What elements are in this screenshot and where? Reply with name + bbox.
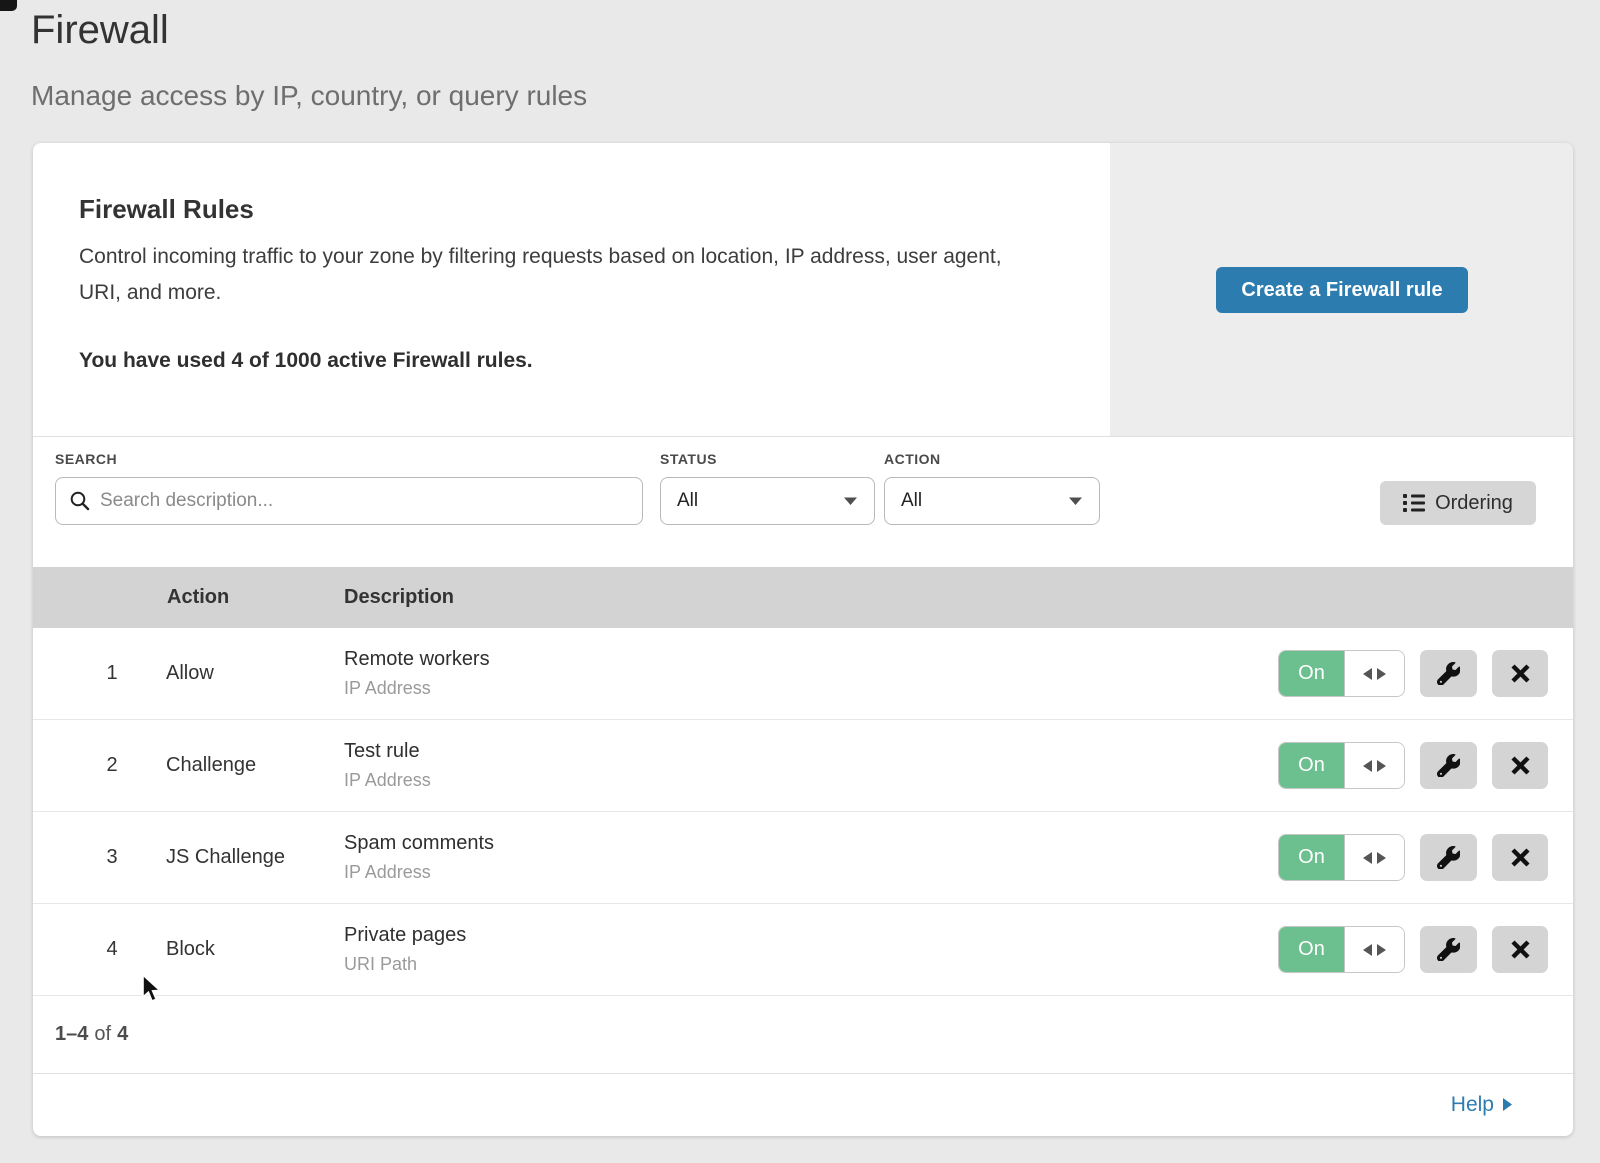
ordering-button[interactable]: Ordering bbox=[1380, 481, 1536, 525]
toggle-on-label: On bbox=[1279, 651, 1344, 696]
close-icon bbox=[1511, 664, 1530, 683]
delete-rule-button[interactable] bbox=[1492, 834, 1548, 881]
left-right-arrows-icon bbox=[1344, 743, 1404, 788]
rule-number: 1 bbox=[89, 662, 135, 685]
ordered-list-icon bbox=[1403, 493, 1425, 513]
card-header: Firewall Rules Control incoming traffic … bbox=[33, 143, 1573, 437]
rule-description: Private pages bbox=[344, 924, 1278, 947]
action-select[interactable]: All bbox=[884, 477, 1100, 525]
table-row: 3 JS Challenge Spam comments IP Address … bbox=[33, 812, 1573, 904]
edit-rule-button[interactable] bbox=[1420, 834, 1477, 881]
toggle-on-label: On bbox=[1279, 927, 1344, 972]
wrench-icon bbox=[1437, 938, 1460, 961]
toggle-on-label: On bbox=[1279, 835, 1344, 880]
create-firewall-rule-button[interactable]: Create a Firewall rule bbox=[1216, 267, 1468, 313]
page-subtitle: Manage access by IP, country, or query r… bbox=[31, 80, 587, 112]
help-link-label: Help bbox=[1451, 1093, 1494, 1117]
card-title: Firewall Rules bbox=[79, 194, 254, 225]
rule-description-cell: Remote workers IP Address bbox=[344, 648, 1278, 699]
table-row: 1 Allow Remote workers IP Address On bbox=[33, 628, 1573, 720]
close-icon bbox=[1511, 940, 1530, 959]
rule-description: Spam comments bbox=[344, 832, 1278, 855]
edit-rule-button[interactable] bbox=[1420, 650, 1477, 697]
delete-rule-button[interactable] bbox=[1492, 742, 1548, 789]
pagination-of: of bbox=[94, 1023, 111, 1046]
column-header-action: Action bbox=[167, 586, 344, 609]
rule-number: 4 bbox=[89, 938, 135, 961]
search-label: SEARCH bbox=[55, 451, 117, 467]
rule-description-cell: Spam comments IP Address bbox=[344, 832, 1278, 883]
usage-text: You have used 4 of 1000 active Firewall … bbox=[79, 349, 533, 373]
status-select-value: All bbox=[677, 490, 698, 512]
chevron-down-icon bbox=[1068, 496, 1083, 506]
chevron-down-icon bbox=[843, 496, 858, 506]
filters-bar: SEARCH STATUS All ACTION All bbox=[33, 437, 1573, 567]
rule-field-type: IP Address bbox=[344, 770, 1278, 791]
rule-enabled-toggle[interactable]: On bbox=[1278, 650, 1405, 697]
rule-number: 3 bbox=[89, 846, 135, 869]
search-icon bbox=[69, 490, 91, 512]
wrench-icon bbox=[1437, 754, 1460, 777]
column-header-description: Description bbox=[344, 586, 454, 609]
rule-description: Remote workers bbox=[344, 648, 1278, 671]
pagination-range: 1–4 bbox=[55, 1023, 88, 1046]
action-select-value: All bbox=[901, 490, 922, 512]
rule-description-cell: Test rule IP Address bbox=[344, 740, 1278, 791]
edit-rule-button[interactable] bbox=[1420, 926, 1477, 973]
rule-controls: On bbox=[1278, 650, 1548, 697]
ordering-button-label: Ordering bbox=[1435, 492, 1513, 515]
rule-field-type: IP Address bbox=[344, 862, 1278, 883]
action-label: ACTION bbox=[884, 451, 941, 467]
rule-action: Challenge bbox=[166, 754, 298, 777]
rule-controls: On bbox=[1278, 742, 1548, 789]
delete-rule-button[interactable] bbox=[1492, 926, 1548, 973]
table-header: Action Description bbox=[33, 567, 1573, 628]
rule-enabled-toggle[interactable]: On bbox=[1278, 742, 1405, 789]
rule-action: JS Challenge bbox=[166, 846, 298, 869]
arrow-right-icon bbox=[1502, 1097, 1513, 1112]
edit-rule-button[interactable] bbox=[1420, 742, 1477, 789]
wrench-icon bbox=[1437, 662, 1460, 685]
search-input[interactable] bbox=[55, 477, 643, 525]
status-select[interactable]: All bbox=[660, 477, 875, 525]
page-title: Firewall bbox=[31, 8, 169, 53]
pagination: 1–4 of 4 bbox=[33, 996, 1573, 1074]
close-icon bbox=[1511, 848, 1530, 867]
card-description: Control incoming traffic to your zone by… bbox=[79, 239, 1044, 311]
rule-description-cell: Private pages URI Path bbox=[344, 924, 1278, 975]
rule-field-type: URI Path bbox=[344, 954, 1278, 975]
rule-controls: On bbox=[1278, 926, 1548, 973]
delete-rule-button[interactable] bbox=[1492, 650, 1548, 697]
toggle-on-label: On bbox=[1279, 743, 1344, 788]
rule-field-type: IP Address bbox=[344, 678, 1278, 699]
table-row: 2 Challenge Test rule IP Address On bbox=[33, 720, 1573, 812]
left-right-arrows-icon bbox=[1344, 927, 1404, 972]
rule-description: Test rule bbox=[344, 740, 1278, 763]
left-right-arrows-icon bbox=[1344, 651, 1404, 696]
search-input-wrap bbox=[55, 477, 643, 525]
firewall-rules-card: Firewall Rules Control incoming traffic … bbox=[33, 143, 1573, 1136]
rule-enabled-toggle[interactable]: On bbox=[1278, 926, 1405, 973]
window-corner-artifact bbox=[0, 0, 17, 11]
wrench-icon bbox=[1437, 846, 1460, 869]
table-row: 4 Block Private pages URI Path On bbox=[33, 904, 1573, 996]
help-link[interactable]: Help bbox=[1451, 1093, 1513, 1117]
rule-enabled-toggle[interactable]: On bbox=[1278, 834, 1405, 881]
card-footer: Help bbox=[33, 1074, 1573, 1135]
rule-controls: On bbox=[1278, 834, 1548, 881]
rule-number: 2 bbox=[89, 754, 135, 777]
status-label: STATUS bbox=[660, 451, 717, 467]
pagination-total: 4 bbox=[117, 1023, 128, 1046]
rule-action: Allow bbox=[166, 662, 298, 685]
close-icon bbox=[1511, 756, 1530, 775]
left-right-arrows-icon bbox=[1344, 835, 1404, 880]
rule-action: Block bbox=[166, 938, 298, 961]
